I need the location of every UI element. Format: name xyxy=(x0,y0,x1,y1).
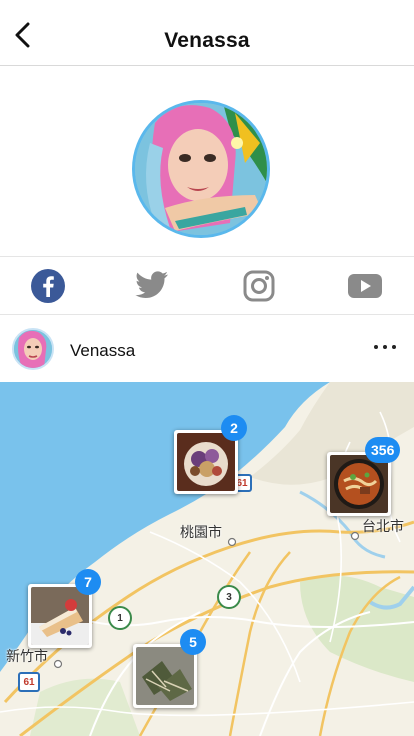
route-61-shield: 61 xyxy=(18,672,40,692)
instagram-button[interactable] xyxy=(241,268,277,304)
nav-bar: Venassa xyxy=(0,0,414,66)
photo-pin[interactable]: 356 xyxy=(327,437,401,516)
pin-photo-noodle-soup xyxy=(330,455,388,513)
more-dot xyxy=(383,345,387,349)
map-label-taipei: 台北市 xyxy=(362,518,404,534)
pin-count-badge: 2 xyxy=(221,415,247,441)
map-label-taoyuan: 桃園市 xyxy=(180,524,222,540)
map-label-hsinchu: 新竹市 xyxy=(6,648,48,664)
map-view[interactable]: 61 61 1 3 桃園市 台北市 新竹市 2 356 7 5 xyxy=(0,382,414,736)
social-links xyxy=(0,256,414,315)
route-1-shield: 1 xyxy=(108,606,132,630)
pin-count-badge: 7 xyxy=(75,569,101,595)
photo-pin[interactable]: 7 xyxy=(28,569,101,648)
photo-pin[interactable]: 5 xyxy=(133,629,206,708)
facebook-button[interactable] xyxy=(30,268,66,304)
instagram-icon xyxy=(243,270,275,302)
twitter-button[interactable] xyxy=(134,268,170,304)
facebook-icon xyxy=(31,269,65,303)
post-avatar-illustration xyxy=(14,330,52,368)
route-3-shield: 3 xyxy=(217,585,241,609)
pin-photo-cake-slice xyxy=(31,587,89,645)
pin-count-badge: 356 xyxy=(365,437,401,463)
profile-avatar[interactable] xyxy=(132,100,270,238)
pin-photo-rice-dumplings xyxy=(136,647,194,705)
more-dot xyxy=(392,345,396,349)
youtube-button[interactable] xyxy=(347,268,383,304)
post-username[interactable]: Venassa xyxy=(70,341,135,361)
twitter-icon xyxy=(135,271,168,298)
avatar-illustration xyxy=(135,103,267,235)
pin-count-badge: 5 xyxy=(180,629,206,655)
post-header: Venassa xyxy=(0,316,414,382)
more-dot xyxy=(374,345,378,349)
photo-pin[interactable]: 2 xyxy=(174,415,247,494)
page-title: Venassa xyxy=(164,29,250,52)
pin-photo-food-plate xyxy=(177,433,235,491)
post-avatar[interactable] xyxy=(12,328,54,370)
youtube-icon xyxy=(348,274,382,298)
more-options-button[interactable] xyxy=(374,340,396,354)
